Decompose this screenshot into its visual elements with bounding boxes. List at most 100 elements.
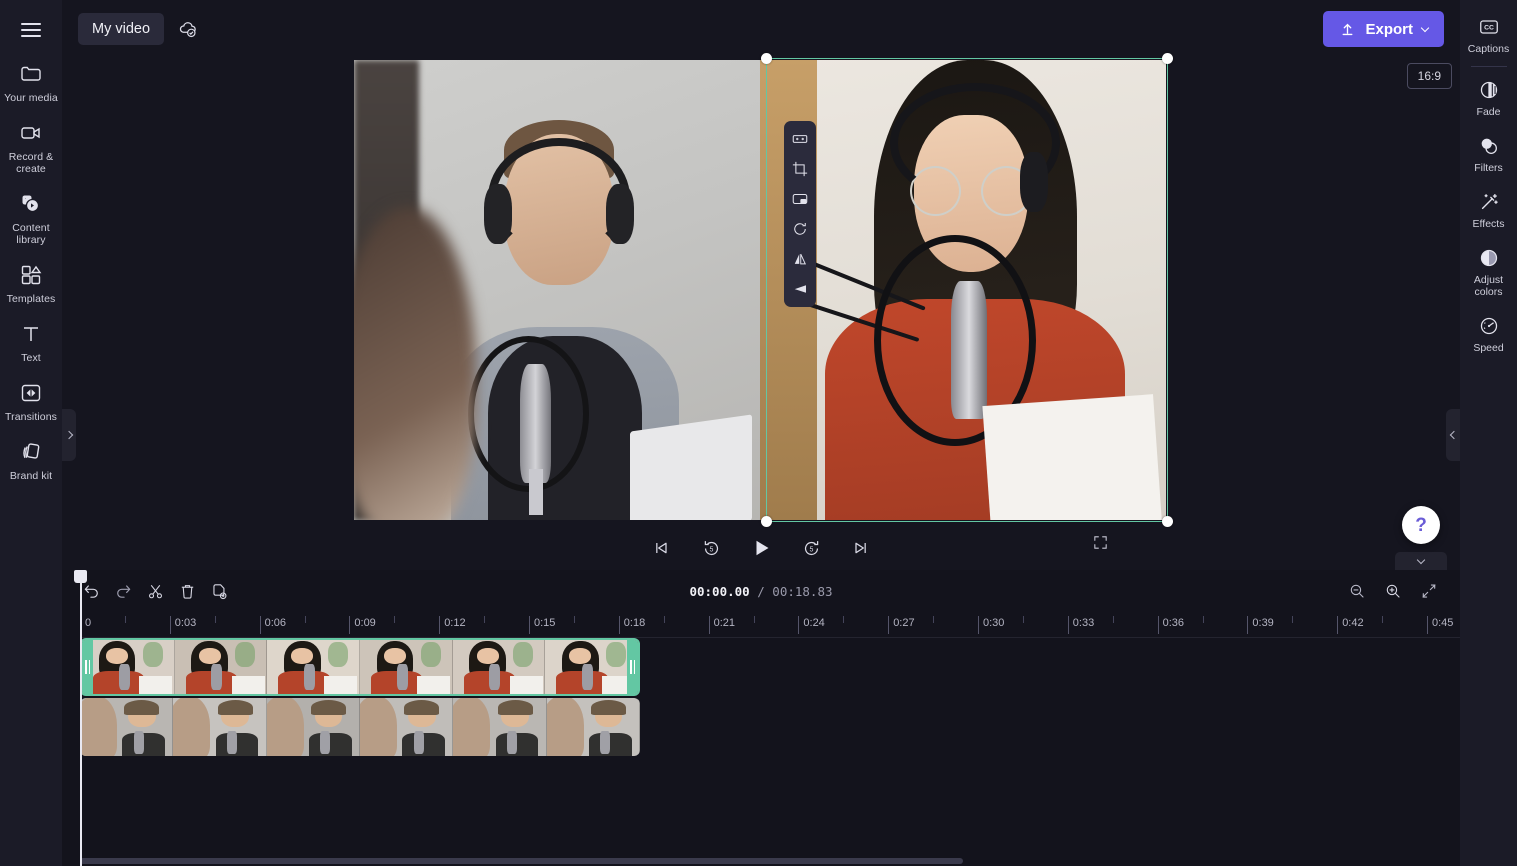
preview-clip-left[interactable] [354, 60, 760, 520]
split-button[interactable] [140, 576, 170, 606]
right-label-captions: Captions [1467, 43, 1510, 55]
trim-handle-right[interactable] [627, 640, 638, 694]
flip-button[interactable] [787, 246, 813, 272]
cloud-check-icon [176, 17, 200, 41]
forward-5-button[interactable]: 5 [797, 534, 825, 562]
undo-icon [82, 582, 101, 601]
ruler-tick-label: 0:03 [174, 617, 197, 629]
collapse-preview-panel-button[interactable] [1395, 552, 1447, 570]
preview-clip-right[interactable] [760, 60, 1166, 520]
resize-handle-top-right[interactable] [1162, 53, 1173, 64]
sidebar-item-content-library[interactable]: Content library [0, 182, 62, 253]
timeline-horizontal-scrollbar[interactable] [80, 858, 1460, 864]
clip-thumbnail [360, 640, 453, 694]
sidebar-label-templates: Templates [6, 293, 56, 305]
sidebar-label-text: Text [21, 352, 41, 364]
filters-icon [1477, 134, 1501, 158]
clip-thumbnail-strip [80, 698, 640, 756]
sidebar-item-transitions[interactable]: Transitions [0, 371, 62, 430]
ruler-tick-label: 0:30 [983, 617, 1005, 629]
svg-text:5: 5 [709, 546, 713, 553]
right-item-captions[interactable]: CC Captions [1460, 6, 1517, 62]
chevron-left-icon [1449, 430, 1458, 440]
clip-thumbnail [82, 640, 175, 694]
project-title[interactable]: My video [78, 13, 165, 45]
duplicate-button[interactable] [204, 576, 234, 606]
right-item-effects[interactable]: Effects [1460, 181, 1517, 237]
time-separator: / [757, 583, 765, 599]
trash-delete-icon [178, 582, 197, 601]
scissors-split-icon [146, 582, 165, 601]
crop-button[interactable] [787, 156, 813, 182]
chevron-down-icon [1420, 23, 1430, 32]
sidebar-item-text[interactable]: Text [0, 312, 62, 371]
forward-5-icon: 5 [801, 538, 822, 559]
zoom-in-button[interactable] [1378, 576, 1408, 606]
video-camera-icon [18, 120, 44, 146]
clip-thumbnail [80, 698, 174, 756]
delete-button[interactable] [172, 576, 202, 606]
collapse-right-panel-button[interactable] [1446, 409, 1460, 461]
rewind-5-button[interactable]: 5 [697, 534, 725, 562]
help-button[interactable]: ? [1402, 506, 1440, 544]
video-clip-man[interactable] [80, 698, 640, 756]
aspect-ratio-badge[interactable]: 16:9 [1406, 63, 1452, 89]
trim-handle-left[interactable] [82, 640, 93, 694]
timeline-ruler[interactable]: 0 0:03 0:06 0:09 0:12 0:15 0:18 0:21 0:24 0:27 0:3… [80, 612, 1460, 638]
fade-icon [1477, 78, 1501, 102]
fit-button[interactable] [787, 126, 813, 152]
rotate-button[interactable] [787, 216, 813, 242]
fullscreen-button[interactable] [1086, 528, 1114, 556]
speedometer-icon [1477, 314, 1501, 338]
fit-timeline-icon [1420, 582, 1438, 600]
ruler-tick-label: 0:45 [1432, 617, 1454, 629]
right-item-adjust-colors[interactable]: Adjust colors [1460, 237, 1517, 305]
folder-icon [18, 61, 44, 87]
sidebar-item-record-create[interactable]: Record & create [0, 111, 62, 182]
question-mark-icon: ? [1415, 514, 1427, 536]
duplicate-icon [210, 582, 229, 601]
skip-to-start-button[interactable] [647, 534, 675, 562]
video-preview-stage[interactable] [354, 60, 1166, 520]
pip-button[interactable] [787, 186, 813, 212]
right-item-filters[interactable]: Filters [1460, 125, 1517, 181]
skip-to-end-button[interactable] [847, 534, 875, 562]
fit-timeline-button[interactable] [1414, 576, 1444, 606]
play-button[interactable] [747, 534, 775, 562]
left-sidebar: Your media Record & create Content libra… [0, 0, 62, 866]
right-item-speed[interactable]: Speed [1460, 305, 1517, 361]
export-button-label: Export [1365, 20, 1413, 38]
rewind-5-icon: 5 [701, 538, 722, 559]
export-button[interactable]: Export [1323, 11, 1444, 47]
collapse-left-panel-button[interactable] [62, 409, 76, 461]
timeline-toolbar: 00:00.00 / 00:18.83 [62, 570, 1460, 612]
sidebar-item-templates[interactable]: Templates [0, 253, 62, 312]
sidebar-item-brand-kit[interactable]: Brand kit [0, 430, 62, 489]
right-item-fade[interactable]: Fade [1460, 69, 1517, 125]
redo-button[interactable] [108, 576, 138, 606]
fit-to-frame-icon [791, 130, 809, 148]
zoom-out-button[interactable] [1342, 576, 1372, 606]
ruler-tick-label: 0:33 [1072, 617, 1095, 629]
playhead[interactable] [74, 570, 87, 866]
timeline-tracks[interactable] [80, 638, 1460, 756]
right-label-speed: Speed [1473, 342, 1504, 354]
flip-horizontal-icon [791, 250, 809, 268]
video-clip-woman[interactable] [80, 638, 640, 696]
clipchamp-editor-window: Your media Record & create Content libra… [0, 0, 1517, 866]
zoom-in-icon [1384, 582, 1402, 600]
picture-in-picture-icon [791, 190, 809, 208]
hamburger-menu-icon [21, 23, 41, 37]
hamburger-menu-button[interactable] [9, 8, 53, 52]
clip-thumbnail [545, 640, 638, 694]
resize-handle-top-left[interactable] [761, 53, 772, 64]
playhead-handle[interactable] [74, 570, 87, 583]
fade-button[interactable] [787, 276, 813, 302]
ruler-tick-label: 0:42 [1342, 617, 1364, 629]
sidebar-item-your-media[interactable]: Your media [0, 52, 62, 111]
ruler-tick-label: 0:06 [264, 617, 287, 629]
chevron-right-icon [64, 430, 73, 440]
clip-thumbnail [267, 640, 361, 694]
time-readout: 00:00.00 / 00:18.83 [62, 584, 1460, 599]
right-label-effects: Effects [1472, 218, 1505, 230]
